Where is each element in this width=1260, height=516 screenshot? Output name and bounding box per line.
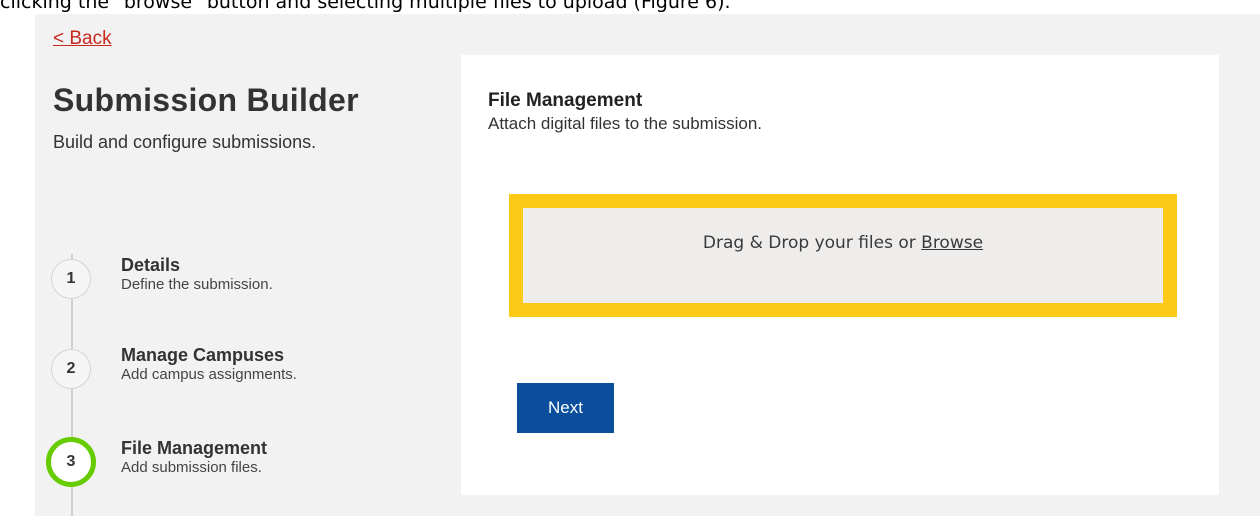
- next-button[interactable]: Next: [517, 383, 614, 433]
- step-description: Add campus assignments.: [121, 366, 297, 383]
- step-number-badge-active: 3: [46, 437, 96, 487]
- dropzone-label: Drag & Drop your files or Browse: [703, 233, 983, 253]
- submission-builder-app: < Back Submission Builder Build and conf…: [35, 14, 1260, 516]
- step-file-management[interactable]: 3 File Management Add submission files.: [46, 437, 449, 490]
- panel-title: File Management: [488, 90, 643, 111]
- panel-subtitle: Attach digital files to the submission.: [488, 114, 763, 133]
- step-manage-campuses[interactable]: 2 Manage Campuses Add campus assignments…: [49, 345, 449, 397]
- dropzone-instruction: Drag & Drop your files or: [702, 232, 922, 253]
- sidebar: < Back Submission Builder Build and conf…: [35, 14, 455, 516]
- back-link[interactable]: < Back: [53, 28, 112, 50]
- step-title: Manage Campuses: [121, 345, 285, 365]
- step-details[interactable]: 1 Details Define the submission.: [49, 255, 449, 307]
- step-description: Define the submission.: [121, 276, 273, 293]
- page-title: Submission Builder: [53, 82, 359, 118]
- page-subtitle: Build and configure submissions.: [53, 132, 317, 152]
- step-title: Details: [121, 255, 181, 275]
- document-caption: clicking the "browse" button and selecti…: [0, 0, 731, 13]
- browse-link[interactable]: Browse: [921, 233, 983, 253]
- step-title: File Management: [121, 438, 268, 458]
- file-management-panel: File Management Attach digital files to …: [461, 55, 1219, 495]
- step-number-badge: 2: [51, 349, 91, 389]
- step-description: Add submission files.: [121, 459, 262, 476]
- step-number-badge: 1: [51, 259, 91, 299]
- file-dropzone[interactable]: Drag & Drop your files or Browse: [509, 194, 1177, 317]
